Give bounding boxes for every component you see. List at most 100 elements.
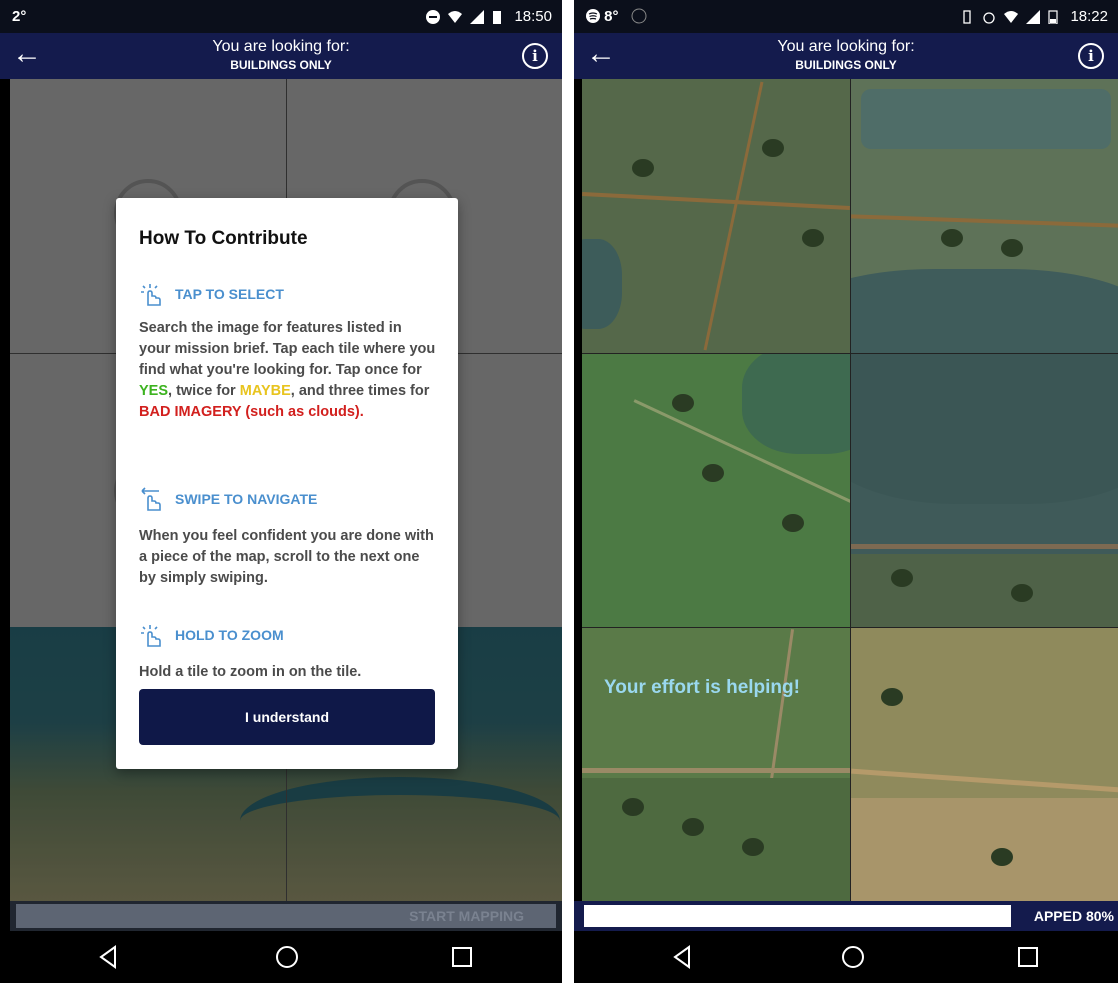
looking-for-subtitle: BUILDINGS ONLY [795, 58, 897, 72]
signal-icon [1026, 9, 1041, 24]
yes-label: YES [139, 383, 169, 399]
tap-heading: TAP TO SELECT [175, 286, 284, 302]
status-bar: 8° 18:22 [574, 0, 1118, 33]
battery-icon [1048, 9, 1062, 25]
bad-imagery-label: BAD IMAGERY (such as clouds) [139, 404, 360, 420]
wifi-icon [1004, 10, 1019, 24]
status-icons: 18:50 [426, 8, 552, 25]
left-screen: 2° 18:50 ← You are looking for: BUILDING… [0, 0, 562, 983]
swipe-description: When you feel confident you are done wit… [139, 528, 434, 586]
i-understand-button[interactable]: I understand [139, 689, 435, 745]
field-area [851, 798, 1118, 902]
tree [742, 838, 764, 856]
progress-label: APPED 80% [1033, 908, 1114, 924]
tap-description: Search the image for features listed in … [139, 318, 437, 423]
dirt-road [851, 768, 1118, 793]
how-to-contribute-dialog: How To Contribute TAP TO SELECT Search t… [116, 198, 458, 769]
nav-recent-icon[interactable] [448, 943, 476, 971]
tree [702, 464, 724, 482]
satellite-tile-grid: Your effort is helping! [582, 79, 1118, 902]
info-icon[interactable]: i [522, 43, 548, 69]
swipe-heading: SWIPE TO NAVIGATE [175, 491, 318, 507]
tree [762, 139, 784, 157]
back-arrow-icon[interactable]: ← [12, 39, 42, 69]
tree [941, 229, 963, 247]
temperature: 2° [12, 8, 27, 25]
tap-text-part: Search the image for features listed in … [139, 320, 436, 378]
tree [1001, 239, 1023, 257]
map-tile[interactable] [850, 79, 1118, 353]
water-area [582, 239, 622, 329]
dirt-road [582, 768, 850, 773]
water-area [742, 354, 850, 454]
dirt-road [703, 81, 764, 351]
tree [991, 848, 1013, 866]
tree [682, 818, 704, 836]
nav-recent-icon[interactable] [1014, 943, 1042, 971]
nav-home-icon[interactable] [839, 943, 867, 971]
time: 18:50 [514, 8, 552, 25]
looking-for-title: You are looking for: [212, 38, 350, 55]
effort-message: Your effort is helping! [604, 677, 800, 698]
maybe-label: MAYBE [239, 383, 291, 399]
map-tile[interactable] [850, 627, 1118, 902]
status-left: 8° [586, 8, 647, 25]
bottom-bar: START MAPPING [10, 901, 562, 931]
tap-text-part: , and three times for [290, 383, 430, 399]
progress-bar-container: APPED 80% [574, 901, 1118, 931]
dialog-title: How To Contribute [139, 228, 308, 249]
map-tile[interactable] [582, 353, 850, 628]
map-tile[interactable] [850, 353, 1118, 628]
looking-for-subtitle: BUILDINGS ONLY [230, 58, 332, 72]
android-nav-bar [574, 931, 1118, 983]
info-icon[interactable]: i [1078, 43, 1104, 69]
battery-icon [492, 10, 506, 24]
map-tile[interactable] [582, 627, 850, 902]
dnd-icon [426, 9, 441, 24]
hold-description: Hold a tile to zoom in on the tile. [139, 664, 362, 680]
tap-text-part: . [359, 404, 364, 420]
tap-section-heading: TAP TO SELECT [139, 281, 284, 307]
water-area [851, 354, 1118, 504]
status-bar: 2° 18:50 [0, 0, 562, 33]
hold-hand-icon [141, 625, 161, 647]
android-nav-bar [0, 931, 562, 983]
tree [881, 688, 903, 706]
looking-for-title: You are looking for: [777, 38, 915, 55]
vibrate-icon [960, 9, 974, 24]
signal-icon [470, 9, 485, 24]
app-bar: ← You are looking for: BUILDINGS ONLY i [574, 33, 1118, 79]
start-mapping-label: START MAPPING [409, 908, 524, 924]
nav-home-icon[interactable] [273, 943, 301, 971]
tree [782, 514, 804, 532]
nav-back-icon[interactable] [95, 943, 123, 971]
water-area [861, 89, 1111, 149]
start-mapping-button[interactable]: START MAPPING [16, 904, 556, 928]
map-tile[interactable] [582, 79, 850, 353]
notification-icon [631, 8, 647, 24]
wifi-icon [448, 10, 463, 24]
dirt-road [582, 191, 850, 211]
app-bar: ← You are looking for: BUILDINGS ONLY i [0, 33, 562, 79]
nav-back-icon[interactable] [669, 943, 697, 971]
mapping-progress-bar: APPED 80% [584, 905, 1118, 927]
tap-text-part: , twice for [168, 383, 240, 399]
spotify-icon [586, 9, 600, 23]
water-area [851, 269, 1118, 353]
tree [802, 229, 824, 247]
alarm-icon [982, 10, 996, 24]
field-area [851, 554, 1118, 628]
right-screen: 8° 18:22 ← You are looking for: BUILDING… [574, 0, 1118, 983]
field-area [582, 778, 850, 902]
swipe-section-heading: SWIPE TO NAVIGATE [139, 486, 317, 512]
swipe-hand-icon [141, 487, 161, 511]
dirt-road [851, 544, 1118, 549]
hold-heading: HOLD TO ZOOM [175, 627, 284, 643]
tree [891, 569, 913, 587]
time: 18:22 [1070, 8, 1108, 25]
back-arrow-icon[interactable]: ← [586, 39, 616, 69]
tree [1011, 584, 1033, 602]
tree [672, 394, 694, 412]
hold-section-heading: HOLD TO ZOOM [139, 622, 284, 648]
dirt-road [851, 214, 1118, 228]
